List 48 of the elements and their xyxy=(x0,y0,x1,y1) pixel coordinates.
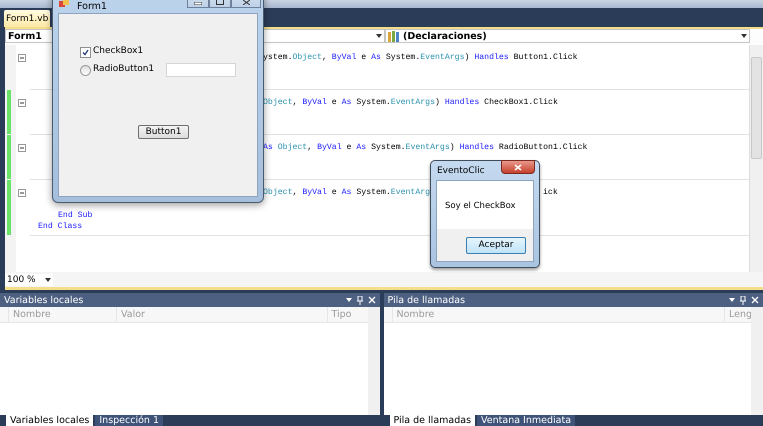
dropdown-caret-icon[interactable] xyxy=(45,278,51,282)
panel-tab[interactable]: Pila de llamadas xyxy=(390,415,476,426)
panel-title: Pila de llamadas xyxy=(388,294,466,306)
code-text: Object, ByVal e As System.EventArg xyxy=(263,187,430,198)
vertical-scrollbar[interactable] xyxy=(749,45,763,272)
dropdown-caret-icon[interactable] xyxy=(346,298,352,302)
accept-button[interactable]: Aceptar xyxy=(466,236,526,254)
window-title: Form1 xyxy=(77,1,107,12)
collapse-icon[interactable] xyxy=(18,144,26,152)
dropdown-caret-icon[interactable] xyxy=(729,298,735,302)
collapse-icon[interactable] xyxy=(18,54,26,62)
close-icon xyxy=(514,164,522,170)
dropdown-caret-icon[interactable] xyxy=(376,34,382,38)
code-text: End Sub xyxy=(58,210,92,221)
dropdown-caret-icon[interactable] xyxy=(741,34,747,38)
books-icon xyxy=(388,30,400,42)
vertical-scrollbar[interactable] xyxy=(368,307,380,415)
close-button[interactable] xyxy=(501,160,535,174)
zoom-combo[interactable]: 100 % xyxy=(5,274,53,286)
close-icon[interactable] xyxy=(751,296,759,304)
window-icon xyxy=(59,0,69,8)
dialog-message: Soy el CheckBox xyxy=(437,181,533,229)
maximize-icon xyxy=(216,0,224,5)
panel-title: Variables locales xyxy=(4,294,84,306)
pin-icon[interactable] xyxy=(740,296,746,304)
code-text: ick xyxy=(543,187,558,198)
dialog-title: EventoClic xyxy=(437,166,485,176)
code-text: End Class xyxy=(38,220,82,232)
code-text: Object, ByVal e As System.EventArgs) Handles CheckBox1.Click xyxy=(263,97,558,108)
close-icon[interactable] xyxy=(368,296,376,304)
checkbox[interactable] xyxy=(80,47,91,58)
panel-tab[interactable]: Inspección 1 xyxy=(95,415,164,426)
form-button[interactable]: Button1 xyxy=(138,125,189,139)
radio-label[interactable]: RadioButton1 xyxy=(93,64,154,74)
minimize-icon xyxy=(194,2,202,5)
vertical-scrollbar[interactable] xyxy=(751,307,763,415)
document-tab[interactable]: Form1.vb xyxy=(4,10,50,27)
panel-tab[interactable]: Variables locales xyxy=(6,415,94,426)
checkbox-label[interactable]: CheckBox1 xyxy=(93,46,144,56)
close-icon xyxy=(242,0,250,5)
member-combo[interactable]: (Declaraciones) xyxy=(385,29,750,43)
pin-icon[interactable] xyxy=(356,296,362,304)
collapse-icon[interactable] xyxy=(18,189,26,197)
radio-button[interactable] xyxy=(80,65,91,76)
text-field[interactable] xyxy=(166,63,236,77)
panel-tab[interactable]: Ventana Inmediata xyxy=(477,415,576,426)
code-text: ystem.Object, ByVal e As System.EventArgs) Handles Button1.Click xyxy=(263,52,578,64)
collapse-icon[interactable] xyxy=(18,99,26,107)
